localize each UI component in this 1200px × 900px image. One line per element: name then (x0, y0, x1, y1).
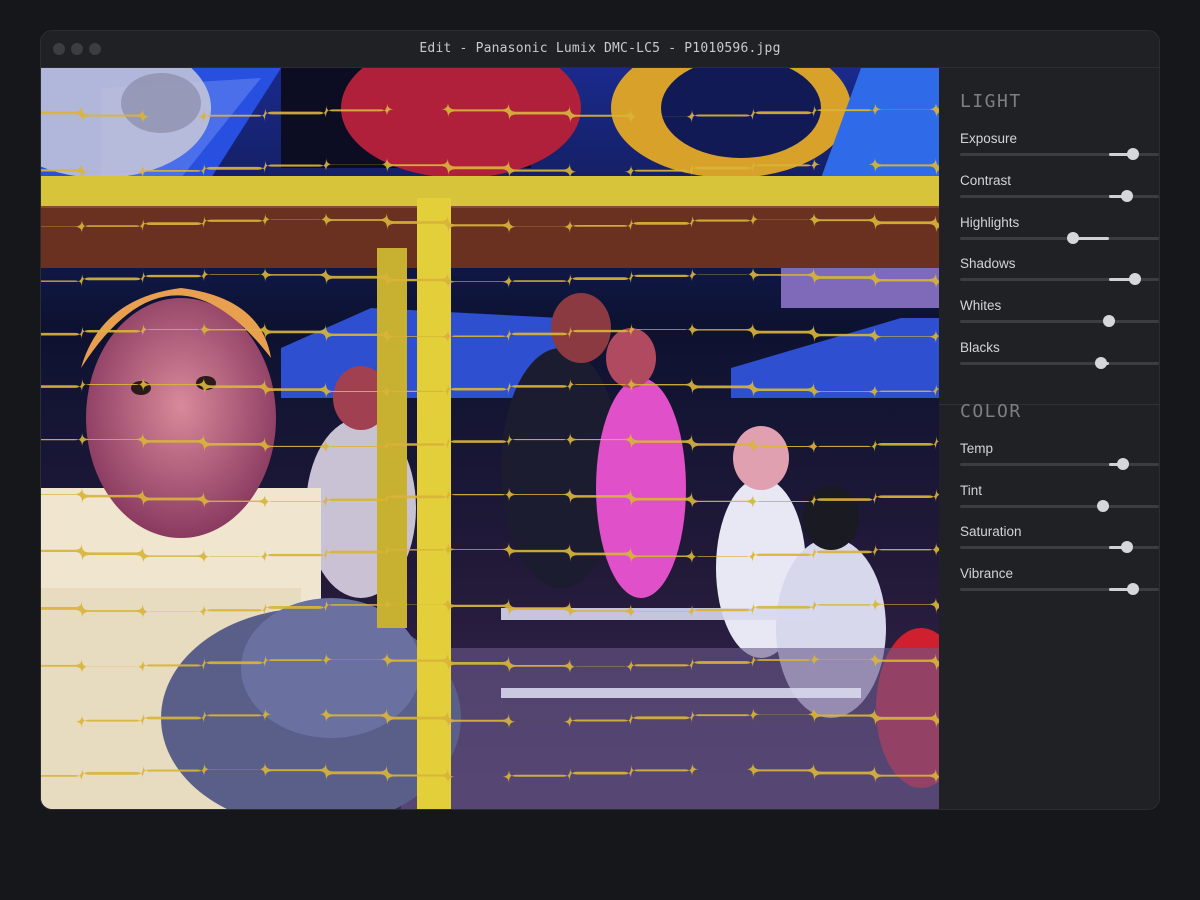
slider-track[interactable] (960, 231, 1159, 244)
slider-track[interactable] (960, 315, 1159, 328)
slider-label: Blacks (960, 340, 1000, 355)
slider-handle[interactable] (1067, 231, 1080, 244)
slider-track[interactable] (960, 189, 1159, 202)
slider-blacks[interactable]: Blacks (960, 340, 1159, 382)
slider-whites[interactable]: Whites (960, 298, 1159, 340)
slider-shadows[interactable]: Shadows (960, 256, 1159, 298)
slider-handle[interactable] (1097, 499, 1110, 512)
slider-label: Tint (960, 482, 983, 498)
slider-track[interactable] (960, 273, 1159, 286)
slider-handle[interactable] (1129, 273, 1142, 286)
slider-label: Vibrance (960, 566, 1014, 582)
slider-handle[interactable] (1127, 583, 1140, 596)
slider-track[interactable] (960, 499, 1159, 512)
slider-saturation[interactable]: Saturation (960, 524, 1159, 566)
section-title-color: COLOR (960, 400, 1022, 422)
window-title: Edit - Panasonic Lumix DMC-LC5 - P101059… (419, 41, 781, 56)
slider-handle[interactable] (1103, 315, 1116, 328)
slider-track[interactable] (960, 583, 1159, 596)
title-bar: Edit - Panasonic Lumix DMC-LC5 - P101059… (41, 31, 1159, 68)
editor-window: Edit - Panasonic Lumix DMC-LC5 - P101059… (40, 30, 1160, 810)
slider-label: Whites (960, 298, 1002, 314)
slider-track[interactable] (960, 541, 1159, 554)
slider-label: Shadows (960, 256, 1016, 272)
slider-label: Saturation (960, 524, 1022, 540)
photo-preview-image (41, 68, 939, 809)
slider-exposure[interactable]: Exposure (960, 131, 1159, 173)
slider-temp[interactable]: Temp (960, 441, 1159, 483)
slider-track[interactable] (960, 457, 1159, 470)
slider-handle[interactable] (1095, 357, 1108, 369)
adjustments-panel: LIGHT Exposure Contrast Highlights Shadows Wh… (939, 68, 1159, 809)
slider-contrast[interactable]: Contrast (960, 173, 1159, 215)
slider-track[interactable] (960, 148, 1159, 160)
slider-tint[interactable]: Tint (960, 483, 1159, 525)
slider-handle[interactable] (1121, 541, 1134, 554)
slider-highlights[interactable]: Highlights (960, 215, 1159, 257)
slider-handle[interactable] (1127, 148, 1140, 160)
slider-track[interactable] (960, 357, 1159, 369)
slider-label: Contrast (960, 172, 1012, 188)
photo-canvas[interactable] (41, 68, 939, 809)
slider-handle[interactable] (1121, 189, 1134, 202)
slider-vibrance[interactable]: Vibrance (960, 566, 1159, 608)
section-title-light: LIGHT (960, 91, 1022, 112)
slider-label: Highlights (960, 214, 1020, 230)
slider-label: Temp (960, 440, 994, 456)
slider-label: Exposure (960, 131, 1018, 146)
slider-handle[interactable] (1117, 457, 1130, 470)
